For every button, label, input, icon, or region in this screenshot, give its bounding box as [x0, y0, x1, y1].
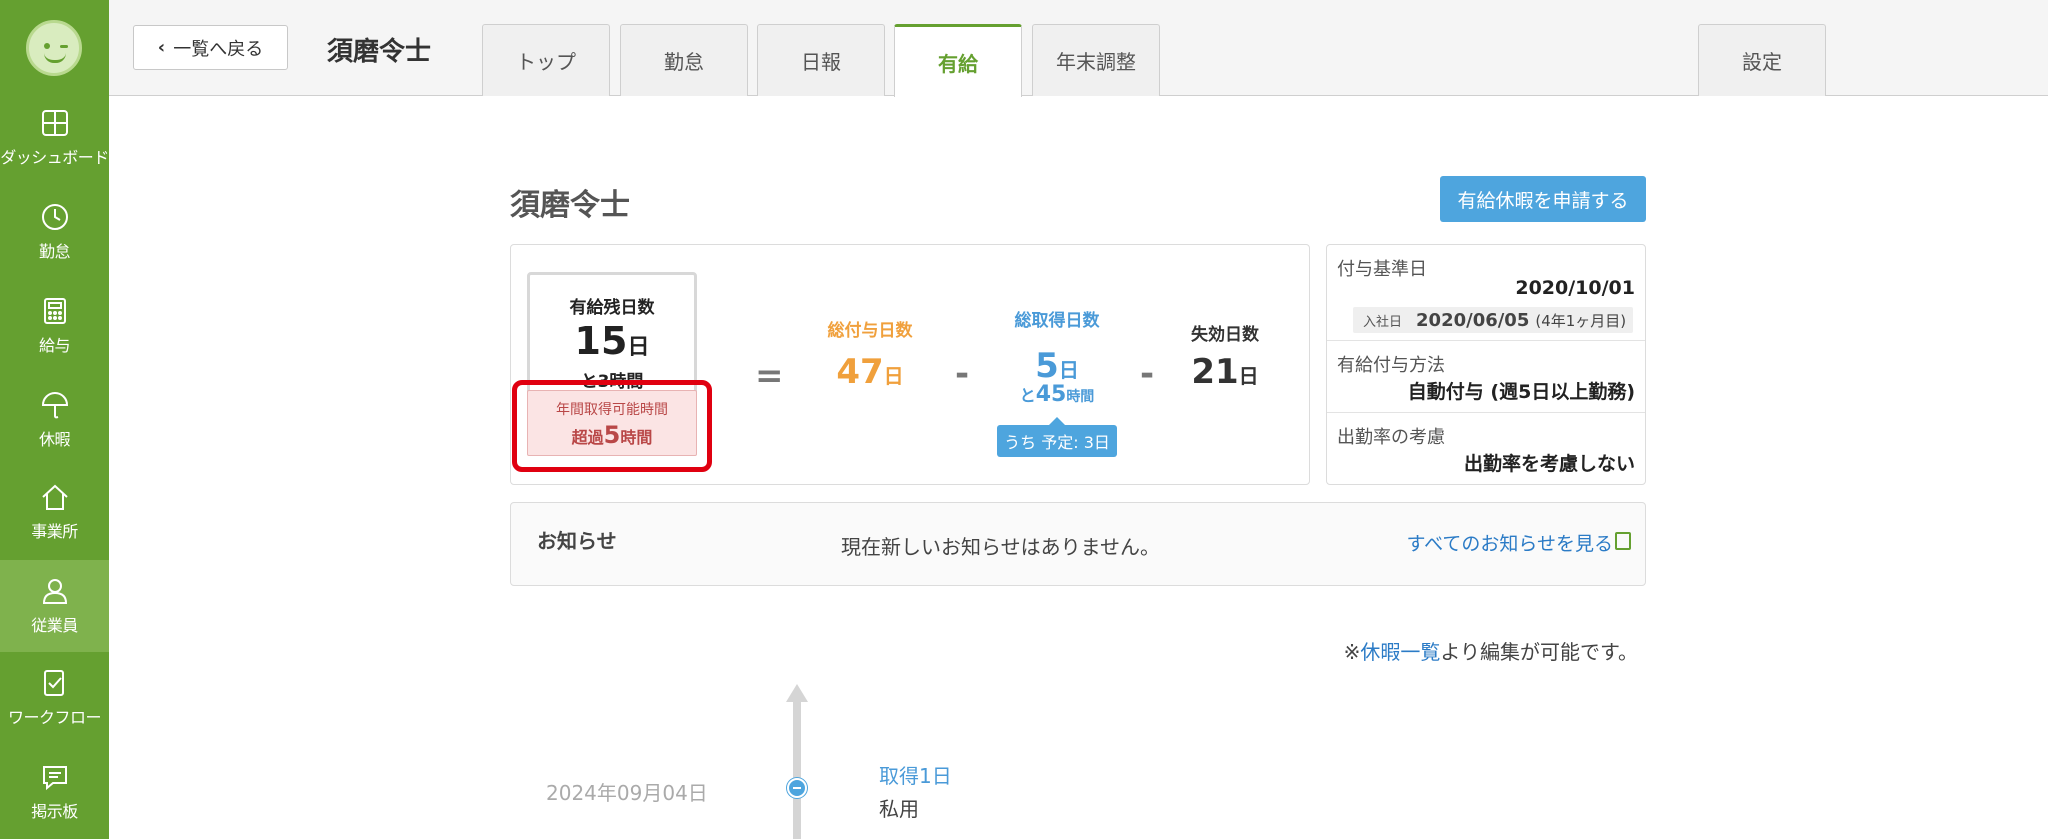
- sidebar: ダッシュボード 勤怠 給与 休暇 事業所 従業員 ワークフロー 掲示板: [0, 0, 109, 839]
- minus-sign: -: [1140, 354, 1155, 394]
- base-date-label: 付与基準日: [1337, 259, 1427, 280]
- granted-days-label: 総付与日数: [827, 321, 913, 341]
- umbrella-icon: [41, 392, 68, 419]
- timeline-dot-icon[interactable]: [787, 778, 807, 798]
- back-to-list-button[interactable]: ‹ 一覧へ戻る: [133, 25, 288, 70]
- calculator-icon: [43, 298, 66, 324]
- notice-message: 現在新しいお知らせはありません。: [841, 535, 1160, 559]
- sidebar-item-office[interactable]: 事業所: [0, 466, 109, 558]
- chevron-left-icon: ‹: [157, 37, 166, 58]
- timeline-entry-reason: 私用: [879, 797, 919, 821]
- leave-list-link[interactable]: 休暇一覧: [1360, 640, 1440, 664]
- grant-method-section: 有給付与方法 自動付与 (週5日以上勤務): [1327, 341, 1645, 413]
- minus-sign: -: [955, 354, 970, 394]
- taken-days-value: 5日: [1035, 346, 1079, 386]
- header-employee-name: 須磨令士: [327, 37, 432, 67]
- sidebar-item-label: 休暇: [38, 430, 71, 449]
- back-label: 一覧へ戻る: [173, 38, 264, 60]
- hire-date-row: 入社日 2020/06/05 (4年1ヶ月目): [1353, 307, 1633, 333]
- app-logo[interactable]: [26, 20, 82, 76]
- sidebar-item-label: 事業所: [31, 522, 78, 541]
- all-notices-link[interactable]: すべてのお知らせを見る: [1406, 529, 1613, 556]
- notice-title: お知らせ: [537, 529, 617, 553]
- sidebar-item-label: 掲示板: [31, 802, 78, 821]
- grant-info-panel: 付与基準日 2020/10/01 入社日 2020/06/05 (4年1ヶ月目)…: [1326, 244, 1646, 485]
- timeline-entry-title[interactable]: 取得1日: [879, 760, 952, 789]
- grant-method-value: 自動付与 (週5日以上勤務): [1407, 381, 1635, 403]
- hire-date-value: 2020/06/05: [1416, 309, 1530, 331]
- base-date-section: 付与基準日 2020/10/01 入社日 2020/06/05 (4年1ヶ月目): [1327, 245, 1645, 341]
- sidebar-item-label: ダッシュボード: [0, 148, 109, 167]
- sidebar-item-leave[interactable]: 休暇: [0, 374, 109, 466]
- attendance-rate-value: 出勤率を考慮しない: [1463, 453, 1635, 475]
- dashboard-icon: [41, 110, 68, 136]
- sidebar-item-board[interactable]: 掲示板: [0, 746, 109, 838]
- highlight-box: [512, 380, 712, 472]
- tab-daily-report[interactable]: 日報: [757, 24, 885, 96]
- taken-hours: と45時間: [1019, 382, 1095, 407]
- sidebar-item-employees[interactable]: 従業員: [0, 560, 109, 652]
- timeline-date: 2024年09月04日: [546, 781, 708, 805]
- page-title: 須磨令士: [510, 188, 630, 223]
- notice-panel: お知らせ 現在新しいお知らせはありません。 すべてのお知らせを見る: [510, 502, 1646, 586]
- edit-note: ※休暇一覧より編集が可能です。: [1343, 640, 1638, 664]
- grant-method-label: 有給付与方法: [1337, 355, 1445, 376]
- expired-days-value: 21日: [1191, 352, 1259, 392]
- sidebar-item-label: 従業員: [31, 616, 78, 635]
- hire-span: (4年1ヶ月目): [1535, 311, 1627, 330]
- sidebar-item-dashboard[interactable]: ダッシュボード: [0, 92, 109, 184]
- scheduled-days-badge: うち 予定: 3日: [997, 417, 1117, 457]
- sidebar-item-attendance[interactable]: 勤怠: [0, 186, 109, 278]
- sidebar-item-payroll[interactable]: 給与: [0, 280, 109, 372]
- granted-days-value: 47日: [836, 352, 904, 392]
- equals-sign: =: [755, 356, 784, 396]
- hire-date-label: 入社日: [1363, 314, 1403, 330]
- tab-settings[interactable]: 設定: [1698, 24, 1826, 96]
- tab-paid-leave[interactable]: 有給: [894, 24, 1022, 97]
- external-link-icon: [1615, 532, 1631, 550]
- attendance-rate-section: 出勤率の考慮 出勤率を考慮しない: [1327, 413, 1645, 485]
- expired-days-label: 失効日数: [1191, 325, 1259, 345]
- remaining-days-value: 15日: [574, 319, 650, 363]
- taken-days-label: 総取得日数: [1014, 311, 1100, 331]
- attendance-rate-label: 出勤率の考慮: [1337, 427, 1445, 448]
- tab-attendance[interactable]: 勤怠: [620, 24, 748, 96]
- tab-year-end-adjustment[interactable]: 年末調整: [1032, 24, 1160, 96]
- sidebar-item-label: ワークフロー: [7, 708, 102, 727]
- checklist-icon: [43, 670, 64, 696]
- timeline-line: [793, 700, 801, 839]
- remaining-days-title: 有給残日数: [569, 298, 655, 318]
- sidebar-item-workflow[interactable]: ワークフロー: [0, 652, 109, 744]
- tab-top[interactable]: トップ: [482, 24, 610, 96]
- home-icon: [41, 484, 68, 510]
- sidebar-item-label: 勤怠: [38, 242, 71, 261]
- clock-icon: [41, 204, 68, 230]
- chat-icon: [42, 766, 67, 791]
- apply-paid-leave-button[interactable]: 有給休暇を申請する: [1440, 176, 1646, 222]
- sidebar-item-label: 給与: [38, 336, 71, 355]
- person-icon: [42, 579, 67, 604]
- base-date-value: 2020/10/01: [1515, 277, 1635, 299]
